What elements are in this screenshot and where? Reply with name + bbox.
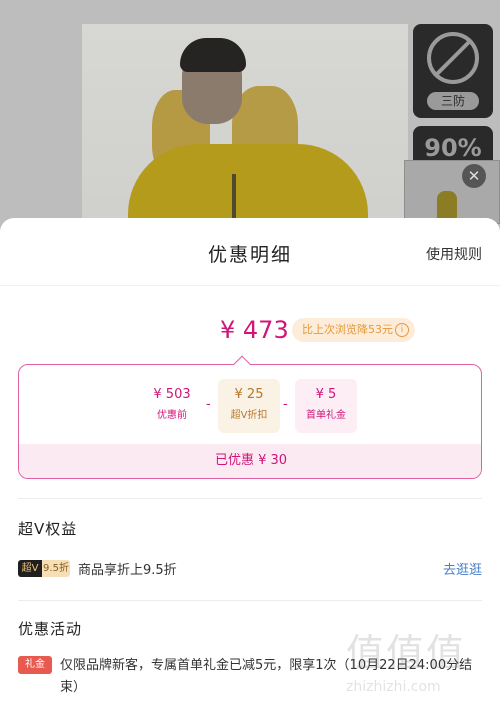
- breakdown-first-order-gift: ¥ 5 首单礼金: [295, 379, 357, 433]
- minus-sign: -: [206, 397, 211, 412]
- promo-section-title: 优惠活动: [18, 620, 83, 638]
- vip-tag-left: 超V: [18, 560, 42, 577]
- vip-section-title: 超V权益: [18, 520, 78, 538]
- photo-model-hair: [180, 38, 246, 72]
- site-watermark: 值值值 zhizhizhi.com: [346, 622, 496, 702]
- section-divider: [18, 498, 482, 499]
- final-price: ¥ 473: [220, 316, 289, 344]
- badge-percent-text: 90%: [424, 134, 482, 162]
- price-drop-text: 比上次浏览降53元: [302, 323, 393, 336]
- price-breakdown-box: ¥ 503 优惠前 - ¥ 25 超V折扣 - ¥ 5 首单礼金 已优惠 ¥ 3…: [18, 364, 482, 479]
- section-divider: [18, 600, 482, 601]
- anti-feature-badge: 三防: [413, 24, 493, 118]
- breakdown-vip-discount: ¥ 25 超V折扣: [218, 379, 280, 433]
- vip-tag-right: 9.5折: [42, 560, 70, 577]
- close-icon[interactable]: ✕: [462, 164, 486, 188]
- breakdown-before: ¥ 503 优惠前: [141, 379, 203, 433]
- vip-discount-label: 超V折扣: [230, 410, 268, 421]
- floating-video-thumbnail[interactable]: [404, 160, 500, 224]
- info-icon[interactable]: i: [395, 323, 409, 337]
- before-amount: ¥ 503: [153, 387, 191, 402]
- usage-rules-link[interactable]: 使用规则: [426, 244, 482, 264]
- vip-benefit-row: 超V 9.5折 商品享折上9.5折 去逛逛: [18, 558, 482, 580]
- water-drop-crossed-icon: [427, 32, 479, 84]
- final-price-row: ¥ 473 比上次浏览降53元 i: [0, 310, 500, 350]
- go-browse-link[interactable]: 去逛逛: [443, 559, 482, 578]
- thumbnail-figure: [437, 191, 457, 221]
- sheet-header: 优惠明细 使用规则: [0, 218, 500, 286]
- before-label: 优惠前: [157, 410, 187, 421]
- product-photo: [82, 24, 408, 240]
- minus-sign: -: [283, 397, 288, 412]
- gift-amount: ¥ 5: [315, 387, 337, 402]
- gift-label: 首单礼金: [306, 410, 346, 421]
- sheet-title: 优惠明细: [207, 244, 292, 266]
- vip-discount-amount: ¥ 25: [234, 387, 264, 402]
- vip-benefit-text: 商品享折上9.5折: [78, 563, 177, 578]
- product-page-backdrop: 三防 90% ✕: [0, 0, 500, 240]
- watermark-logo: 值值值: [346, 631, 467, 675]
- gift-money-tag: 礼金: [18, 656, 52, 674]
- price-drop-pill[interactable]: 比上次浏览降53元 i: [292, 318, 415, 342]
- vip-tag: 超V 9.5折: [18, 560, 70, 577]
- badge-anti-label: 三防: [427, 92, 479, 110]
- total-saved-bar: 已优惠 ¥ 30: [19, 444, 481, 478]
- watermark-url: zhizhizhi.com: [346, 679, 441, 695]
